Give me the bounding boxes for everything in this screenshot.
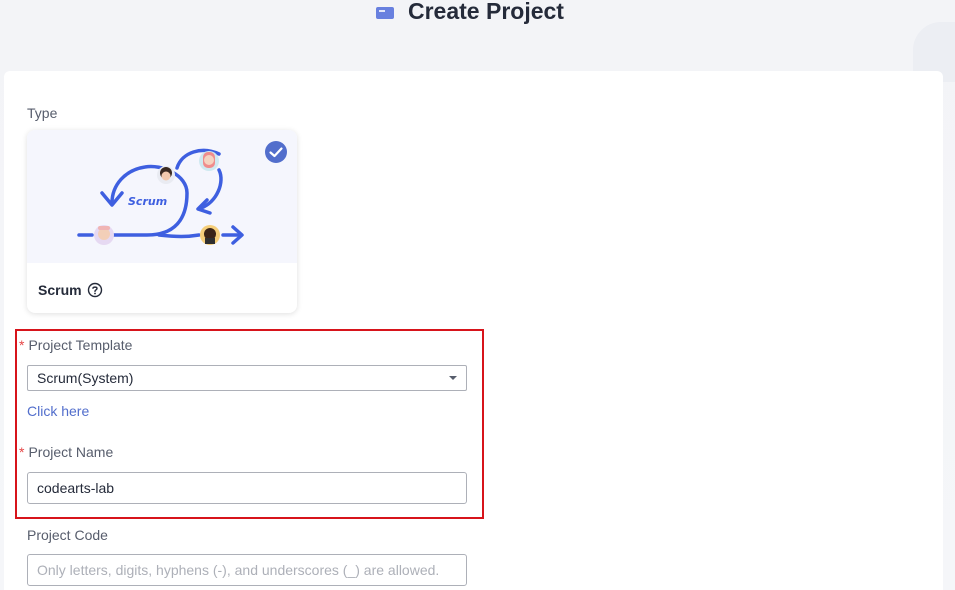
create-project-page: Create Project Type Scrum Scrum * Projec… [0,0,955,590]
avatar-bottom-right [200,225,220,245]
type-card-scrum[interactable]: Scrum Scrum [27,130,297,313]
project-code-input[interactable] [27,554,467,586]
avatar-top-right [199,151,219,171]
scrum-illustration: Scrum [27,130,297,263]
avatar-bottom-left [94,225,114,245]
type-card-name: Scrum [38,282,82,298]
project-code-label: Project Code [27,527,108,543]
project-template-value: Scrum(System) [37,370,134,386]
project-icon [376,7,394,19]
avatar-top-middle [157,166,175,184]
svg-text:Scrum: Scrum [128,195,167,208]
project-template-select[interactable]: Scrum(System) [27,365,467,391]
selected-check-icon [265,141,287,163]
required-mark: * [19,337,25,353]
required-mark: * [19,444,25,460]
page-title: Create Project [408,0,564,24]
form-card: Type Scrum Scrum * Project Template Scru… [4,71,943,590]
project-template-label: * Project Template [19,337,133,353]
caret-down-icon [449,376,457,380]
project-name-label: * Project Name [19,444,114,460]
type-label: Type [27,105,58,121]
project-name-input[interactable] [27,472,467,504]
help-icon[interactable] [87,282,103,298]
click-here-link[interactable]: Click here [27,403,89,419]
page-header: Create Project [0,0,955,30]
scrum-diagram-icon: Scrum [77,148,244,245]
